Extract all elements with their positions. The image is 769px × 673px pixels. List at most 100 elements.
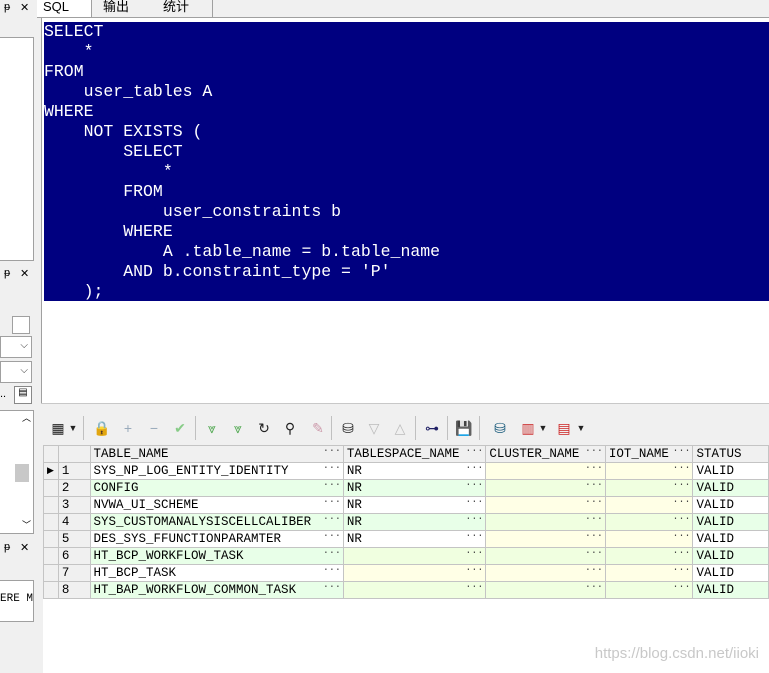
close-icon[interactable]: ✕ (20, 541, 29, 554)
document-icon[interactable]: ▤ (14, 386, 32, 404)
row-number[interactable]: 1 (57, 462, 91, 480)
grid-cell[interactable]: ··· (604, 513, 694, 531)
tab-output[interactable]: 输出 (97, 0, 143, 17)
column-header-table-name[interactable]: TABLE_NAME ··· (89, 445, 344, 463)
pin-icon[interactable]: ᵽ (4, 267, 10, 279)
cell-editor-button[interactable]: ··· (585, 515, 603, 526)
chevron-down-icon[interactable]: ▼ (537, 419, 549, 437)
column-header-iot-name[interactable]: IOT_NAME ··· (604, 445, 694, 463)
grid-cell[interactable]: ··· (485, 462, 606, 480)
row-indicator[interactable] (43, 564, 59, 582)
dropdown-2[interactable]: ⌵ (0, 361, 32, 383)
grid-cell[interactable]: ··· (485, 547, 606, 565)
grid-cell[interactable]: VALID (692, 547, 769, 565)
table-row[interactable]: 4 SYS_CUSTOMANALYSISCELLCALIBER ··· NR ··· ··… (43, 513, 769, 531)
cell-editor-button[interactable]: ··· (585, 481, 603, 492)
cell-editor-button[interactable]: ··· (585, 583, 603, 594)
truncated-button-label[interactable]: .. (0, 388, 6, 400)
cell-editor-button[interactable]: ··· (465, 515, 483, 526)
row-number[interactable]: 4 (57, 513, 91, 531)
cell-editor-button[interactable]: ··· (465, 549, 483, 560)
query-by-example-icon[interactable]: ⛁ (339, 419, 357, 437)
cell-editor-button[interactable]: ··· (672, 464, 690, 475)
column-header-tablespace-name[interactable]: TABLESPACE_NAME ··· (342, 445, 487, 463)
column-menu-icon[interactable]: ··· (323, 447, 341, 458)
scroll-down-icon[interactable]: ﹀ (22, 518, 31, 531)
chart-icon[interactable]: ▥ (519, 419, 537, 437)
grid-cell[interactable]: VALID (692, 564, 769, 582)
text-pane[interactable]: ERE M (0, 580, 34, 622)
save-icon[interactable]: 💾 (455, 419, 473, 437)
grid-cell[interactable]: HT_BAP_WORKFLOW_COMMON_TASK ··· (89, 581, 344, 599)
tab-sql[interactable]: SQL (37, 0, 92, 17)
cell-editor-button[interactable]: ··· (323, 464, 341, 475)
cell-editor-button[interactable]: ··· (672, 515, 690, 526)
close-icon[interactable]: ✕ (20, 1, 29, 14)
cell-editor-button[interactable]: ··· (672, 583, 690, 594)
grid-cell[interactable]: ··· (485, 564, 606, 582)
cell-editor-button[interactable]: ··· (585, 464, 603, 475)
grid-cell[interactable]: ··· (485, 513, 606, 531)
grid-cell[interactable]: NVWA_UI_SCHEME ··· (89, 496, 344, 514)
export-icon[interactable]: ⛁ (491, 419, 509, 437)
cell-editor-button[interactable]: ··· (672, 532, 690, 543)
lock-icon[interactable]: 🔒 (93, 419, 111, 437)
table-row[interactable]: 7 HT_BCP_TASK ··· ··· ··· ··· VALID (43, 564, 769, 582)
find-icon[interactable]: ⚲ (281, 419, 299, 437)
row-number[interactable]: 5 (57, 530, 91, 548)
table-row[interactable]: 2 CONFIG ··· NR ··· ··· ··· VALID (43, 479, 769, 497)
grid-cell[interactable]: ··· (604, 547, 694, 565)
post-icon[interactable]: ✔ (171, 419, 189, 437)
grid-cell[interactable]: SYS_NP_LOG_ENTITY_IDENTITY ··· (89, 462, 344, 480)
cell-editor-button[interactable]: ··· (323, 498, 341, 509)
grid-cell[interactable]: DES_SYS_FFUNCTIONPARAMTER ··· (89, 530, 344, 548)
chevron-down-icon[interactable]: ▼ (67, 419, 79, 437)
scroll-up-icon[interactable]: ︿ (22, 411, 31, 424)
row-indicator[interactable] (43, 496, 59, 514)
cell-editor-button[interactable]: ··· (465, 498, 483, 509)
close-icon[interactable]: ✕ (20, 267, 29, 280)
grid-cell[interactable]: NR ··· (342, 462, 487, 480)
cell-editor-button[interactable]: ··· (323, 549, 341, 560)
html-export-icon[interactable]: ▤ (555, 419, 573, 437)
chevron-down-icon[interactable]: ▼ (575, 419, 587, 437)
cell-editor-button[interactable]: ··· (323, 583, 341, 594)
cell-editor-button[interactable]: ··· (323, 532, 341, 543)
table-row[interactable]: 6 HT_BCP_WORKFLOW_TASK ··· ··· ··· ··· VALID (43, 547, 769, 565)
table-row[interactable]: 5 DES_SYS_FFUNCTIONPARAMTER ··· NR ··· ··· ···… (43, 530, 769, 548)
grid-cell[interactable]: ··· (485, 496, 606, 514)
grid-cell[interactable]: ··· (604, 564, 694, 582)
table-row[interactable]: 8 HT_BAP_WORKFLOW_COMMON_TASK ··· ··· ··· ···… (43, 581, 769, 599)
clear-icon[interactable]: ✎ (309, 419, 327, 437)
grid-cell[interactable]: ··· (342, 564, 487, 582)
cell-editor-button[interactable]: ··· (323, 515, 341, 526)
column-header-cluster-name[interactable]: CLUSTER_NAME ··· (485, 445, 606, 463)
table-row[interactable]: 3 NVWA_UI_SCHEME ··· NR ··· ··· ··· VALID (43, 496, 769, 514)
row-indicator[interactable] (43, 581, 59, 599)
row-indicator[interactable] (43, 547, 59, 565)
fetch-next-icon[interactable]: ⩔ (203, 419, 221, 437)
grid-cell[interactable]: ··· (604, 479, 694, 497)
cell-editor-button[interactable]: ··· (585, 566, 603, 577)
cell-editor-button[interactable]: ··· (672, 566, 690, 577)
row-indicator[interactable] (43, 513, 59, 531)
grid-cell[interactable]: ··· (485, 530, 606, 548)
grid-cell[interactable]: VALID (692, 581, 769, 599)
grid-cell[interactable]: NR ··· (342, 496, 487, 514)
current-row-indicator[interactable]: ▶ (43, 462, 59, 480)
delete-row-icon[interactable]: − (145, 419, 163, 437)
list-pane[interactable]: ︿ ﹀ (0, 410, 34, 534)
column-header-status[interactable]: STATUS (692, 445, 769, 463)
cell-editor-button[interactable]: ··· (465, 532, 483, 543)
row-indicator[interactable] (43, 530, 59, 548)
sql-editor[interactable]: SELECT * FROM user_tables A WHERE NOT EX… (41, 18, 769, 403)
results-grid[interactable]: TABLE_NAME ··· TABLESPACE_NAME ··· CLUSTER… (43, 445, 769, 673)
grid-cell[interactable]: VALID (692, 530, 769, 548)
grid-cell[interactable]: ··· (604, 530, 694, 548)
row-number[interactable]: 2 (57, 479, 91, 497)
column-menu-icon[interactable]: ··· (585, 447, 603, 458)
row-number[interactable]: 3 (57, 496, 91, 514)
dropdown-1[interactable]: ⌵ (0, 336, 32, 358)
table-row[interactable]: ▶ 1 SYS_NP_LOG_ENTITY_IDENTITY ··· NR ··· ··· ·… (43, 462, 769, 480)
grid-cell[interactable]: ··· (604, 462, 694, 480)
